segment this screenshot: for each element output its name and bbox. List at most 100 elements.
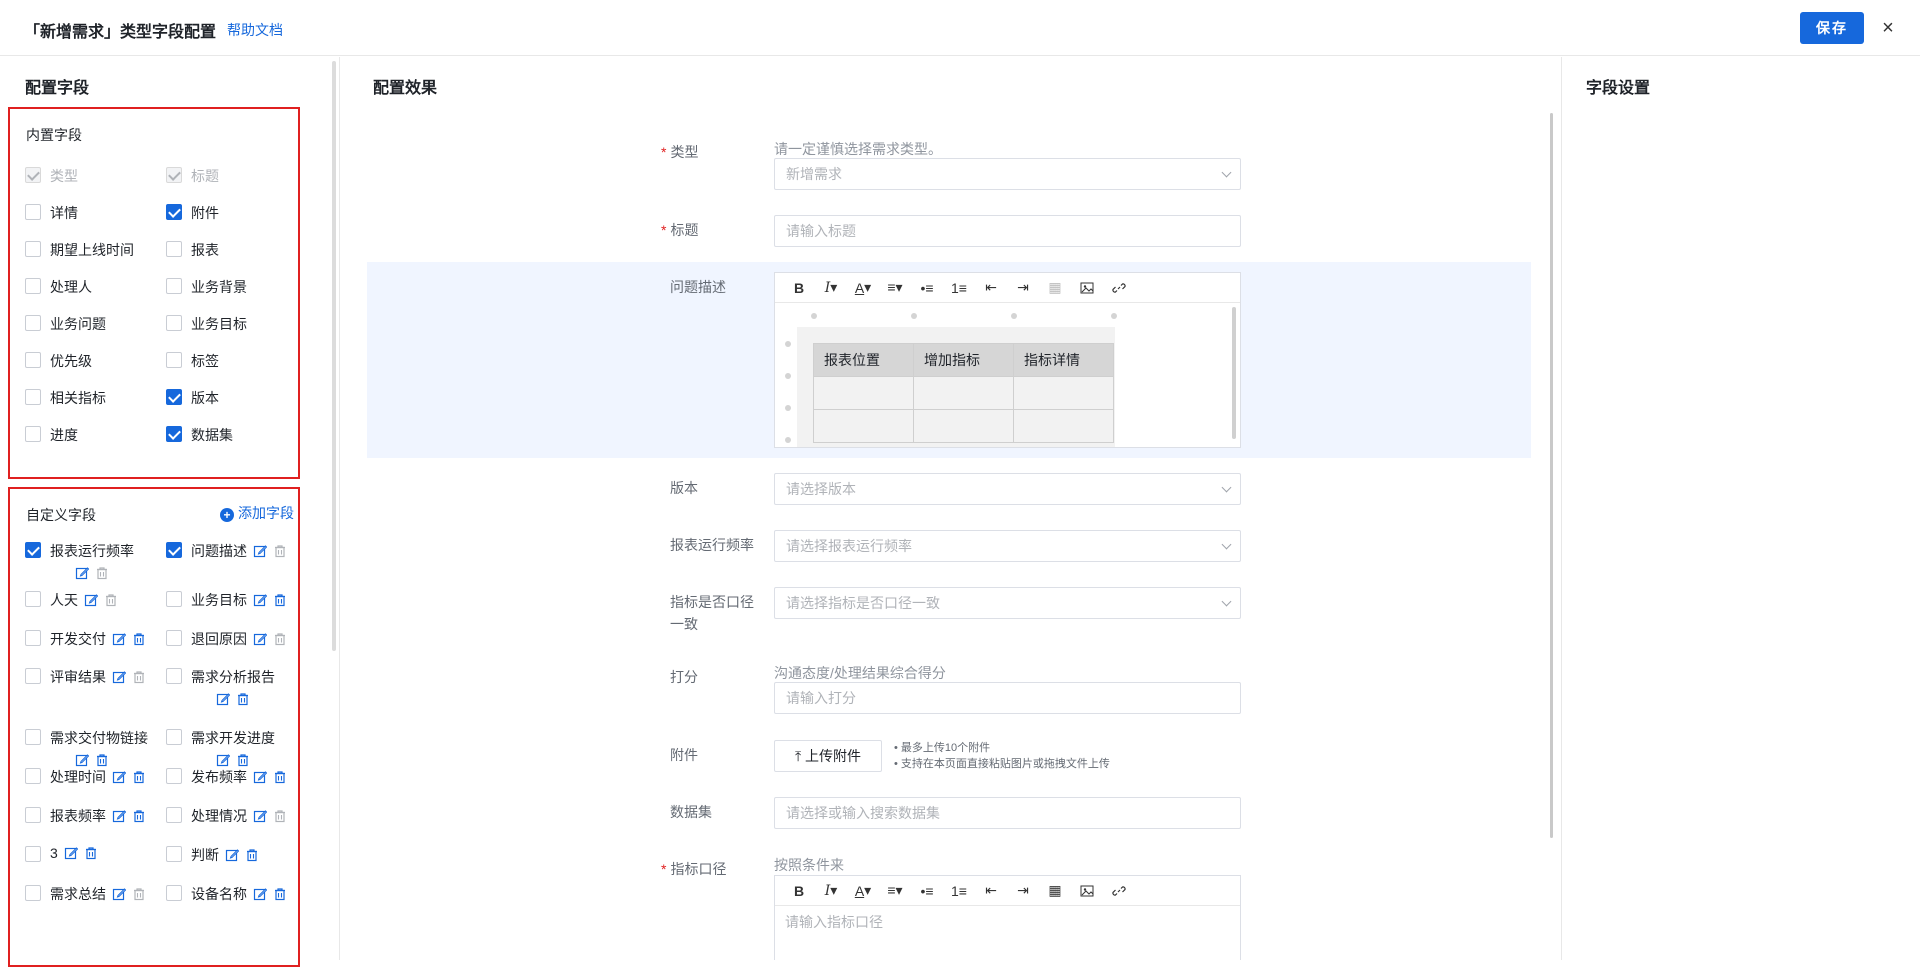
table-cell[interactable] <box>813 376 914 410</box>
edit-icon[interactable] <box>225 848 239 862</box>
checkbox-icon[interactable] <box>166 768 182 784</box>
edit-icon[interactable] <box>253 809 267 823</box>
checkbox-icon[interactable] <box>25 846 41 862</box>
field-checkbox[interactable]: 报表运行频率 <box>25 541 134 581</box>
bold-icon[interactable]: B <box>783 880 815 902</box>
delete-icon[interactable] <box>104 593 118 607</box>
delete-icon[interactable] <box>132 887 146 901</box>
add-field-button[interactable]: + 添加字段 <box>220 503 294 523</box>
edit-icon[interactable] <box>253 887 267 901</box>
freq-select[interactable]: 请选择报表运行频率 <box>774 530 1241 562</box>
delete-icon[interactable] <box>273 593 287 607</box>
table-header-cell[interactable]: 增加指标 <box>913 343 1014 377</box>
score-input[interactable]: 请输入打分 <box>774 682 1241 714</box>
edit-icon[interactable] <box>253 593 267 607</box>
field-checkbox[interactable]: 判断 <box>166 845 259 865</box>
delete-icon[interactable] <box>236 692 250 706</box>
delete-icon[interactable] <box>236 753 250 767</box>
delete-icon[interactable] <box>84 846 98 860</box>
edit-icon[interactable] <box>112 670 126 684</box>
checkbox-icon[interactable] <box>25 668 41 684</box>
upload-attachment-button[interactable]: ⤒ 上传附件 <box>774 740 882 772</box>
checkbox-icon[interactable] <box>166 315 182 331</box>
checkbox-icon[interactable] <box>166 389 182 405</box>
delete-icon[interactable] <box>245 848 259 862</box>
type-select[interactable]: 新增需求 <box>774 158 1241 190</box>
outdent-icon[interactable]: ⇤ <box>975 277 1007 299</box>
close-icon[interactable]: × <box>1876 14 1900 42</box>
edit-icon[interactable] <box>112 632 126 646</box>
checkbox-icon[interactable] <box>166 630 182 646</box>
field-checkbox[interactable]: 评审结果 <box>25 667 146 687</box>
field-checkbox[interactable]: 版本 <box>166 388 219 408</box>
metric-rich-editor[interactable]: B I ▾ A ▾ ≡▾ •≡ 1≡ ⇤ ⇥ ▦ 请输入指标口径 <box>774 875 1241 960</box>
field-checkbox[interactable]: 发布频率 <box>166 767 287 787</box>
checkbox-icon[interactable] <box>25 885 41 901</box>
delete-icon[interactable] <box>132 809 146 823</box>
checkbox-icon[interactable] <box>25 389 41 405</box>
desc-table[interactable]: 报表位置 增加指标 指标详情 <box>813 343 1114 443</box>
delete-icon[interactable] <box>95 566 109 580</box>
checkbox-icon[interactable] <box>166 426 182 442</box>
preview-scrollbar[interactable] <box>1550 113 1553 838</box>
field-checkbox[interactable]: 标题 <box>166 166 219 186</box>
title-input[interactable]: 请输入标题 <box>774 215 1241 247</box>
edit-icon[interactable] <box>64 846 78 860</box>
table-cell[interactable] <box>913 409 1014 443</box>
italic-icon[interactable]: I ▾ <box>815 880 847 902</box>
field-checkbox[interactable]: 设备名称 <box>166 884 287 904</box>
help-doc-link[interactable]: 帮助文档 <box>227 20 283 40</box>
edit-icon[interactable] <box>112 809 126 823</box>
field-checkbox[interactable]: 需求交付物链接 <box>25 728 148 768</box>
checkbox-icon[interactable] <box>166 729 182 745</box>
field-checkbox[interactable]: 需求开发进度 <box>166 728 275 768</box>
checkbox-icon[interactable] <box>166 278 182 294</box>
edit-icon[interactable] <box>216 692 230 706</box>
outdent-icon[interactable]: ⇤ <box>975 880 1007 902</box>
checkbox-icon[interactable] <box>25 204 41 220</box>
table-cell[interactable] <box>813 409 914 443</box>
consistent-select[interactable]: 请选择指标是否口径一致 <box>774 587 1241 619</box>
save-button[interactable]: 保存 <box>1800 12 1864 44</box>
edit-icon[interactable] <box>75 566 89 580</box>
table-icon[interactable]: ▦ <box>1039 277 1071 299</box>
field-checkbox[interactable]: 处理人 <box>25 277 92 297</box>
field-checkbox[interactable]: 进度 <box>25 425 78 445</box>
table-cell[interactable] <box>1013 409 1114 443</box>
field-checkbox[interactable]: 期望上线时间 <box>25 240 134 260</box>
checkbox-icon[interactable] <box>166 352 182 368</box>
checkbox-icon[interactable] <box>25 241 41 257</box>
field-checkbox[interactable]: 需求分析报告 <box>166 667 275 707</box>
left-scrollbar[interactable] <box>332 61 336 651</box>
font-color-icon[interactable]: A ▾ <box>847 277 879 299</box>
field-checkbox[interactable]: 业务背景 <box>166 277 247 297</box>
checkbox-icon[interactable] <box>25 807 41 823</box>
edit-icon[interactable] <box>216 753 230 767</box>
edit-icon[interactable] <box>84 593 98 607</box>
checkbox-icon[interactable] <box>25 591 41 607</box>
checkbox-icon[interactable] <box>166 846 182 862</box>
field-checkbox[interactable]: 问题描述 <box>166 541 287 561</box>
edit-icon[interactable] <box>112 887 126 901</box>
delete-icon[interactable] <box>273 809 287 823</box>
bullet-list-icon[interactable]: •≡ <box>911 277 943 299</box>
field-checkbox[interactable]: 数据集 <box>166 425 233 445</box>
delete-icon[interactable] <box>132 632 146 646</box>
field-checkbox[interactable]: 需求总结 <box>25 884 146 904</box>
ordered-list-icon[interactable]: 1≡ <box>943 277 975 299</box>
field-checkbox[interactable]: 业务目标 <box>166 314 247 334</box>
align-icon[interactable]: ≡▾ <box>879 277 911 299</box>
delete-icon[interactable] <box>132 670 146 684</box>
indent-icon[interactable]: ⇥ <box>1007 880 1039 902</box>
field-checkbox[interactable]: 附件 <box>166 203 219 223</box>
checkbox-icon[interactable] <box>25 542 41 558</box>
link-icon[interactable] <box>1103 880 1135 902</box>
table-cell[interactable] <box>913 376 1014 410</box>
checkbox-icon[interactable] <box>166 204 182 220</box>
checkbox-icon[interactable] <box>25 426 41 442</box>
delete-icon[interactable] <box>273 887 287 901</box>
checkbox-icon[interactable] <box>25 315 41 331</box>
desc-rich-editor[interactable]: B I ▾ A ▾ ≡▾ •≡ 1≡ ⇤ ⇥ ▦ 报表位置 增加指标 指标详情 <box>774 272 1241 448</box>
edit-icon[interactable] <box>253 544 267 558</box>
checkbox-icon[interactable] <box>25 768 41 784</box>
